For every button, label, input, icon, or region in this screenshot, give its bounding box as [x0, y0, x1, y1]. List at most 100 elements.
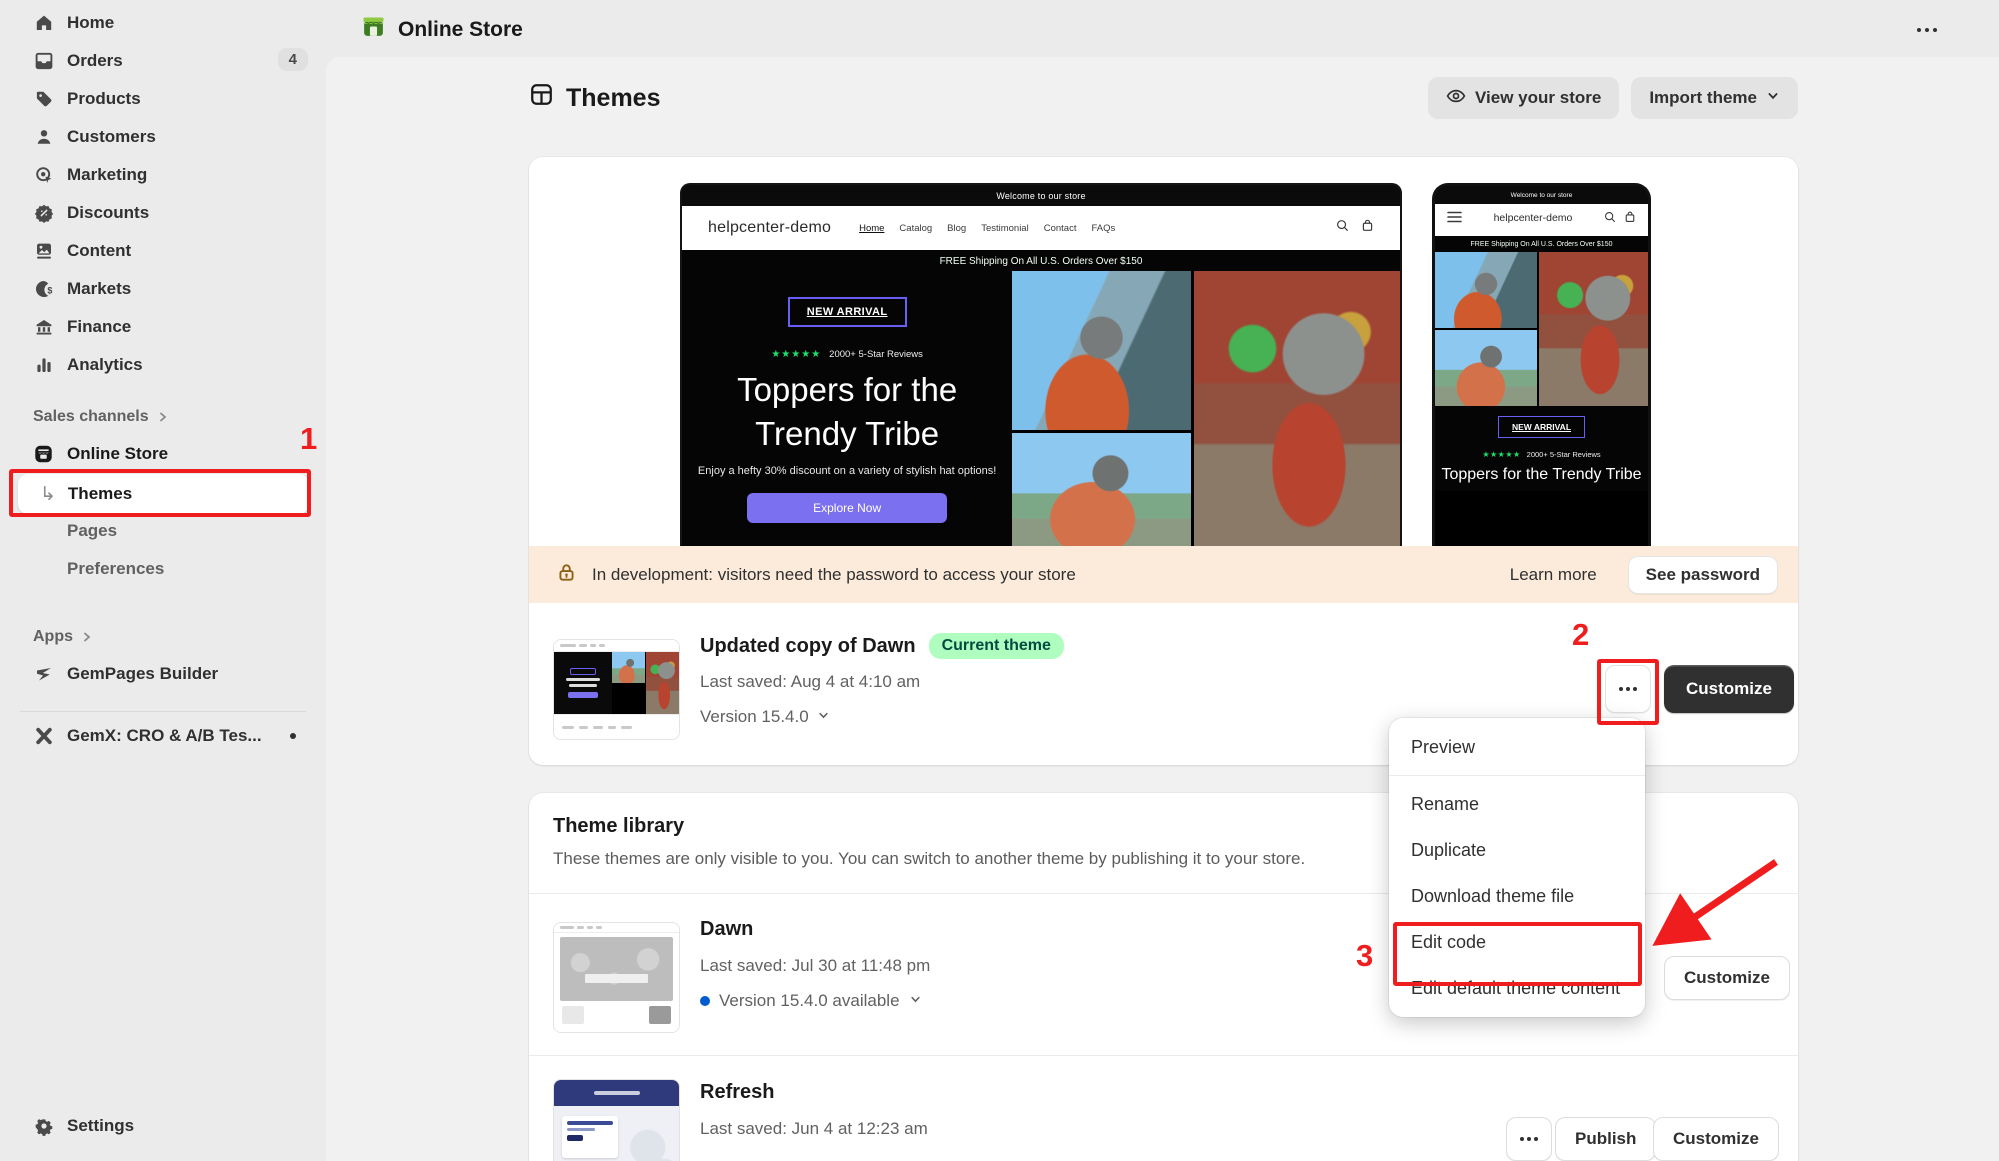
globe-dollar-icon: $: [33, 279, 54, 300]
sidebar-item-orders[interactable]: Orders 4: [0, 42, 326, 80]
hero-section: FREE Shipping On All U.S. Orders Over $1…: [682, 250, 1400, 546]
cart-bag-icon: [1361, 219, 1374, 237]
theme-thumbnail: [553, 1079, 680, 1161]
sidebar-item-label: Home: [67, 13, 114, 33]
hero-title: Toppers for the Trendy Tribe: [1441, 465, 1641, 491]
import-theme-button[interactable]: Import theme: [1631, 77, 1798, 119]
update-available-dot: [700, 996, 710, 1006]
view-your-store-button[interactable]: View your store: [1428, 77, 1619, 119]
hero-subtitle: Enjoy a hefty 30% discount on a variety …: [695, 465, 999, 477]
shopify-admin-screen: Home Orders 4 Products Customers Marketi…: [0, 0, 1999, 1161]
hero-photo-collage: [1435, 252, 1648, 404]
theme-version[interactable]: Version 15.4.0: [700, 707, 830, 727]
sidebar-item-products[interactable]: Products: [0, 80, 326, 118]
sidebar-item-label: Analytics: [67, 355, 143, 375]
person-icon: [33, 127, 54, 148]
customize-button[interactable]: Customize: [1653, 1117, 1779, 1161]
orders-count-badge: 4: [278, 48, 308, 71]
theme-actions-more-button[interactable]: [1605, 665, 1651, 713]
chevron-down-icon: [817, 707, 830, 727]
topbar: Online Store: [326, 0, 1999, 57]
sidebar-item-pages[interactable]: Pages: [0, 512, 326, 550]
sidebar-item-label: Online Store: [67, 444, 168, 464]
store-nav: Home Catalog Blog Testimonial Contact FA…: [859, 223, 1115, 234]
new-arrival-pill: NEW ARRIVAL: [788, 297, 907, 327]
sidebar-item-gemx[interactable]: GemX: CRO & A/B Tes...: [0, 717, 326, 755]
store-header: helpcenter-demo Home Catalog Blog Testim…: [682, 206, 1400, 250]
ellipsis-icon: [1520, 1137, 1524, 1141]
image-icon: [33, 241, 54, 262]
apps-header[interactable]: Apps: [0, 620, 326, 654]
sidebar-item-settings[interactable]: Settings: [0, 1107, 326, 1145]
store-brand: helpcenter-demo: [708, 219, 831, 237]
sidebar-item-content[interactable]: Content: [0, 232, 326, 270]
menu-item-rename[interactable]: Rename: [1389, 781, 1645, 827]
shipping-bar: FREE Shipping On All U.S. Orders Over $1…: [682, 250, 1400, 271]
sidebar-item-preferences[interactable]: Preferences: [0, 550, 326, 588]
store-header-mobile: helpcenter-demo: [1435, 204, 1648, 236]
sidebar-item-themes[interactable]: ↳ Themes: [18, 474, 309, 514]
cart-bag-icon: [1624, 210, 1636, 228]
topbar-title: Online Store: [361, 14, 523, 45]
sidebar-item-markets[interactable]: $ Markets: [0, 270, 326, 308]
sidebar-item-marketing[interactable]: Marketing: [0, 156, 326, 194]
sidebar-item-online-store[interactable]: Online Store: [0, 435, 326, 473]
page-title: Themes: [566, 84, 660, 113]
eye-icon: [1446, 86, 1466, 111]
sidebar-item-label: Customers: [67, 127, 156, 147]
svg-text:$: $: [47, 285, 52, 295]
new-arrival-pill: NEW ARRIVAL: [1498, 416, 1585, 438]
chevron-down-icon: [909, 991, 922, 1011]
menu-item-duplicate[interactable]: Duplicate: [1389, 827, 1645, 873]
sidebar-item-gempages[interactable]: GemPages Builder: [0, 655, 326, 693]
theme-name: Refresh: [700, 1081, 774, 1104]
current-theme-badge: Current theme: [929, 633, 1064, 659]
sidebar-item-customers[interactable]: Customers: [0, 118, 326, 156]
sidebar-item-discounts[interactable]: Discounts: [0, 194, 326, 232]
menu-item-download-theme-file[interactable]: Download theme file: [1389, 873, 1645, 919]
customize-button[interactable]: Customize: [1664, 956, 1790, 1000]
page-title-group: Themes: [529, 82, 660, 114]
theme-actions-more-button[interactable]: [1506, 1117, 1552, 1161]
theme-thumbnail: [553, 639, 680, 740]
customize-button[interactable]: Customize: [1664, 665, 1794, 713]
status-dot: [290, 733, 296, 739]
hero-photo: [1012, 433, 1190, 546]
menu-item-edit-default-theme-content[interactable]: Edit default theme content: [1389, 965, 1645, 1011]
discount-badge-icon: [33, 203, 54, 224]
sidebar-item-finance[interactable]: Finance: [0, 308, 326, 346]
sidebar: Home Orders 4 Products Customers Marketi…: [0, 0, 326, 1161]
sidebar-item-label: Marketing: [67, 165, 147, 185]
theme-thumbnail: [553, 922, 680, 1033]
store-brand: helpcenter-demo: [1485, 212, 1581, 225]
target-cursor-icon: [33, 165, 54, 186]
hero-section-mobile: FREE Shipping On All U.S. Orders Over $1…: [1435, 236, 1648, 491]
menu-item-edit-code[interactable]: Edit code: [1389, 919, 1645, 965]
sidebar-item-label: Finance: [67, 317, 131, 337]
gempages-icon: [33, 664, 54, 685]
search-icon: [1604, 210, 1616, 228]
sidebar-item-analytics[interactable]: Analytics: [0, 346, 326, 384]
publish-button[interactable]: Publish: [1555, 1117, 1656, 1161]
orders-icon: [33, 51, 54, 72]
gemx-icon: [33, 726, 54, 747]
ellipsis-icon: [1619, 687, 1623, 691]
theme-last-saved: Last saved: Jun 4 at 12:23 am: [700, 1119, 928, 1139]
topbar-more-button[interactable]: [1905, 16, 1949, 44]
theme-version[interactable]: Version 15.4.0 available: [700, 991, 922, 1011]
desktop-theme-preview: Welcome to our store helpcenter-demo Hom…: [680, 183, 1402, 546]
menu-item-preview[interactable]: Preview: [1389, 724, 1645, 770]
menu-divider: [1389, 775, 1645, 776]
search-icon: [1336, 219, 1349, 237]
sales-channels-header[interactable]: Sales channels: [0, 400, 326, 434]
bar-chart-icon: [33, 355, 54, 376]
hero-photo: [1012, 271, 1190, 430]
theme-name: Dawn: [700, 918, 753, 941]
chevron-down-icon: [1766, 88, 1780, 108]
sidebar-item-label: Markets: [67, 279, 131, 299]
see-password-button[interactable]: See password: [1628, 556, 1778, 594]
sidebar-item-home[interactable]: Home: [0, 4, 326, 42]
mobile-theme-preview: Welcome to our store helpcenter-demo FRE…: [1432, 183, 1651, 546]
sidebar-item-label: Products: [67, 89, 141, 109]
learn-more-link[interactable]: Learn more: [1510, 565, 1597, 585]
